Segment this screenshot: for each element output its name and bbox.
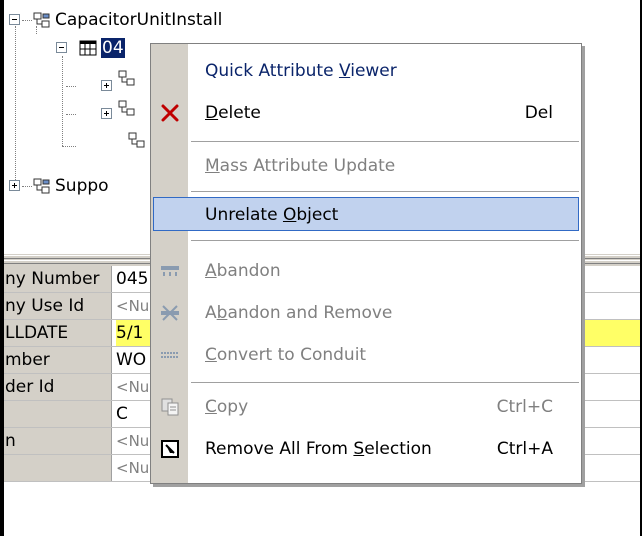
grid-row-name: mber	[4, 347, 112, 373]
grid-row-name: ny Use Id	[4, 293, 112, 319]
screen: CapacitorUnitInstall 04 Suppo ny Number …	[0, 0, 642, 536]
relationship-node-icon	[118, 70, 136, 86]
grid-row-name: LLDATE	[4, 320, 112, 346]
tree-guide	[15, 26, 16, 186]
menu-item-label: Quick Attribute Viewer	[205, 61, 397, 81]
menu-item-shortcut: Ctrl+A	[496, 439, 553, 459]
grid-row-name: der Id	[4, 374, 112, 400]
menu-item-label: Unrelate Object	[205, 205, 339, 225]
grid-row-name: ny Number	[4, 266, 112, 292]
menu-item-delete[interactable]: Delete Del	[151, 94, 581, 132]
grid-row-name	[4, 401, 112, 427]
menu-item-shortcut: Ctrl+C	[496, 397, 553, 417]
menu-item-remove-all-from-selection[interactable]: Remove All From Selection Ctrl+A	[151, 430, 581, 468]
tree-guide	[62, 56, 63, 146]
tree-guide	[66, 86, 76, 87]
tree-guide	[22, 186, 32, 187]
tree-guide	[66, 114, 76, 115]
abandon-icon	[160, 261, 180, 281]
conduit-icon	[160, 345, 180, 365]
tree-node-root-label[interactable]: CapacitorUnitInstall	[55, 10, 222, 30]
tree-node-supports-label[interactable]: Suppo	[55, 176, 109, 196]
relationship-node-icon	[128, 132, 146, 148]
collapse-expander-icon[interactable]	[9, 14, 20, 25]
tree-node-selected-label[interactable]: 04	[101, 38, 125, 58]
red-x-icon	[160, 103, 180, 123]
menu-item-abandon-and-remove[interactable]: Abandon and Remove	[151, 294, 581, 332]
menu-item-abandon[interactable]: Abandon	[151, 252, 581, 290]
menu-item-copy[interactable]: Copy Ctrl+C	[151, 388, 581, 426]
menu-item-label: Copy	[205, 397, 249, 417]
copy-icon	[160, 397, 180, 417]
menu-item-label: Delete	[205, 103, 261, 123]
context-menu: Quick Attribute Viewer Delete Del Mass A…	[150, 43, 582, 484]
tree-guide	[22, 20, 32, 21]
grid-row-name: n	[4, 428, 112, 454]
relationship-node-icon	[118, 100, 136, 116]
expand-expander-icon[interactable]	[101, 80, 112, 91]
menu-item-label: Abandon	[205, 261, 281, 281]
tree-guide	[62, 146, 76, 147]
menu-separator	[191, 240, 579, 241]
menu-item-convert-to-conduit[interactable]: Convert to Conduit	[151, 336, 581, 374]
remove-selection-icon	[160, 439, 180, 459]
menu-item-quick-attribute-viewer[interactable]: Quick Attribute Viewer	[151, 52, 581, 90]
grid-row-name	[4, 455, 112, 481]
menu-item-mass-attribute-update[interactable]: Mass Attribute Update	[151, 147, 581, 185]
menu-item-label: Mass Attribute Update	[205, 156, 396, 176]
menu-item-label: Abandon and Remove	[205, 303, 393, 323]
menu-item-label: Convert to Conduit	[205, 345, 367, 365]
menu-item-unrelate-object[interactable]: Unrelate Object	[151, 197, 581, 235]
menu-item-label: Remove All From Selection	[205, 439, 432, 459]
menu-item-shortcut: Del	[524, 103, 553, 123]
menu-separator	[191, 382, 579, 383]
table-node-icon	[79, 40, 97, 56]
menu-separator	[191, 141, 579, 142]
expand-expander-icon[interactable]	[101, 108, 112, 119]
abandon-remove-icon	[160, 303, 180, 323]
menu-separator	[191, 191, 579, 192]
relationship-node-icon	[33, 12, 51, 28]
relationship-node-icon	[33, 178, 51, 194]
collapse-expander-icon[interactable]	[56, 42, 67, 53]
expand-expander-icon[interactable]	[9, 180, 20, 191]
